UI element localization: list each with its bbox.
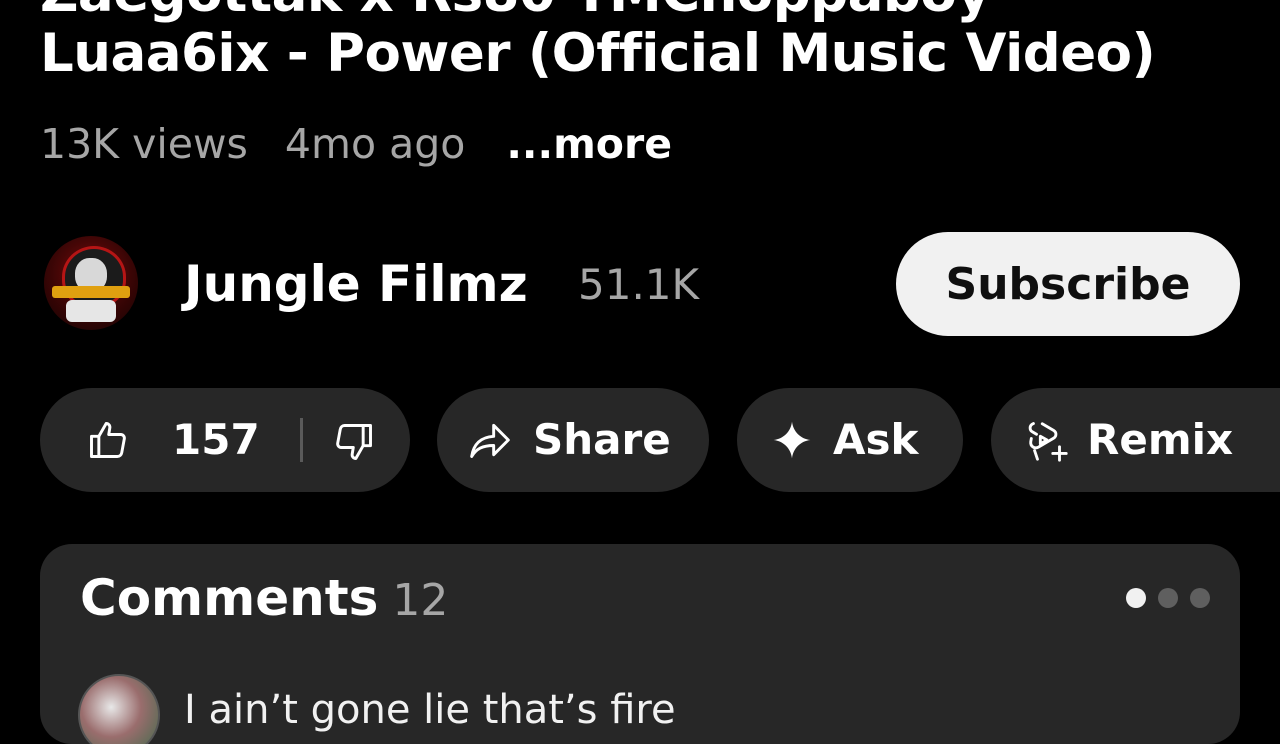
- upload-age: 4mo ago: [284, 120, 466, 168]
- carousel-dot-active: [1126, 588, 1146, 608]
- video-title: Zaegottak x Rs80 TMChoppaboy Luaa6ix - P…: [40, 0, 1260, 84]
- comments-card[interactable]: Comments 12 I ain’t gone lie that’s fire: [40, 544, 1240, 744]
- thumbs-up-icon[interactable]: [86, 418, 130, 462]
- comments-heading: Comments: [80, 569, 379, 627]
- share-button[interactable]: Share: [437, 388, 709, 492]
- subscriber-count: 51.1K: [578, 260, 700, 309]
- video-title-line-1: Zaegottak x Rs80 TMChoppaboy: [40, 0, 1260, 24]
- more-link[interactable]: ...more: [506, 120, 672, 168]
- view-count: 13K views: [40, 120, 248, 168]
- remix-icon: [1025, 418, 1071, 464]
- like-divider: [300, 418, 303, 462]
- channel-name[interactable]: Jungle Filmz: [184, 254, 528, 314]
- channel-row: Jungle Filmz 51.1K Subscribe: [40, 232, 1240, 336]
- like-count: 157: [172, 415, 260, 464]
- remix-button[interactable]: Remix: [991, 388, 1280, 492]
- sparkle-icon: [771, 418, 813, 462]
- camera-logo-icon: [66, 300, 116, 322]
- ask-label: Ask: [833, 415, 919, 464]
- carousel-dots: [1126, 588, 1210, 608]
- channel-avatar[interactable]: [44, 236, 138, 330]
- remix-label: Remix: [1087, 415, 1234, 464]
- share-arrow-icon: [467, 418, 513, 462]
- comments-header: Comments 12: [80, 568, 448, 631]
- like-dislike-pill: 157: [40, 388, 410, 492]
- thumbs-down-icon[interactable]: [332, 420, 376, 464]
- subscribe-button[interactable]: Subscribe: [896, 232, 1240, 336]
- carousel-dot: [1158, 588, 1178, 608]
- commenter-avatar: [78, 674, 160, 744]
- share-label: Share: [533, 415, 671, 464]
- ask-button[interactable]: Ask: [737, 388, 963, 492]
- carousel-dot: [1190, 588, 1210, 608]
- comment-text: I ain’t gone lie that’s fire: [184, 687, 676, 733]
- lion-logo-banner: [52, 286, 130, 298]
- video-meta: 13K views 4mo ago ...more: [40, 118, 696, 170]
- video-title-line-2: Luaa6ix - Power (Official Music Video): [40, 23, 1156, 84]
- comments-count: 12: [392, 575, 449, 626]
